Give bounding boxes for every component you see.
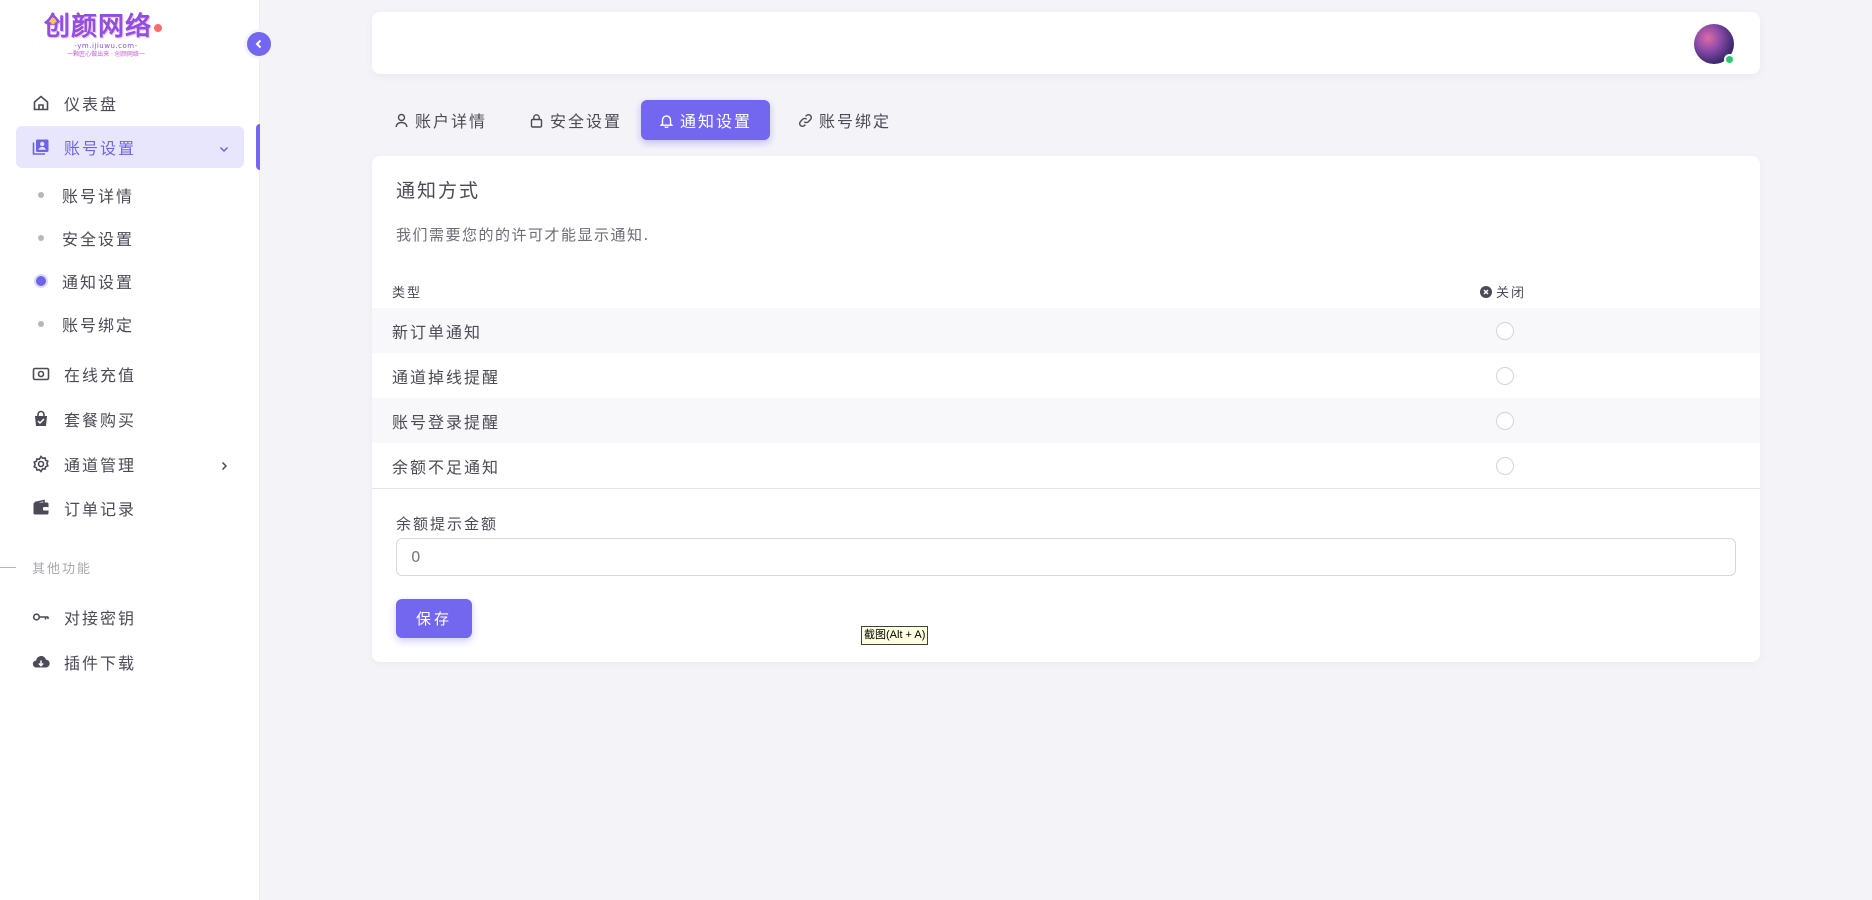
bullet-icon	[38, 192, 44, 198]
link-icon	[798, 113, 813, 128]
sidebar-item-label: 仪表盘	[64, 95, 119, 114]
row-label: 新订单通知	[392, 322, 483, 342]
column-header-type: 类型	[392, 286, 423, 301]
row-label: 余额不足通知	[392, 457, 501, 477]
row-label: 账号登录提醒	[392, 412, 501, 432]
logo-decoration	[154, 24, 162, 32]
active-indicator	[256, 124, 260, 170]
column-header-label: 关闭	[1496, 286, 1527, 301]
sidebar-item-label: 对接密钥	[64, 609, 137, 628]
tab-label: 账户详情	[415, 112, 488, 131]
sidebar-subitem-security[interactable]: 安全设置	[16, 219, 244, 257]
user-icon	[394, 113, 409, 128]
screenshot-tooltip: 截图(Alt + A)	[861, 626, 929, 645]
sidebar-item-recharge[interactable]: 在线充值	[16, 353, 244, 395]
column-header-close: 关闭	[1480, 282, 1526, 301]
chevron-left-icon	[255, 39, 262, 49]
sidebar-item-label: 在线充值	[64, 366, 137, 385]
logo-domain: -ym.ijiuwu.com-	[74, 42, 138, 50]
radio-channel-offline-close[interactable]	[1496, 366, 1514, 385]
top-navbar	[372, 12, 1760, 74]
table-row: 通道掉线提醒	[372, 353, 1760, 398]
tab-account-details[interactable]: 账户详情	[376, 100, 505, 140]
account-settings-icon	[32, 138, 50, 156]
sidebar-item-order-records[interactable]: 订单记录	[16, 487, 244, 529]
shopping-bag-icon	[32, 410, 50, 428]
key-icon	[32, 608, 50, 626]
sidebar-subitem-account-binding[interactable]: 账号绑定	[16, 305, 244, 343]
sidebar: 创颜网络 -ym.ijiuwu.com- 一颗匠心做出来 · 创颜网络一 仪表盘…	[0, 0, 260, 900]
section-divider	[0, 567, 16, 568]
sidebar-item-label: 账号设置	[64, 139, 137, 158]
save-button[interactable]: 保存	[396, 599, 472, 638]
cloud-download-icon	[32, 653, 50, 671]
bullet-active-icon	[36, 276, 46, 286]
chevron-down-icon	[218, 140, 230, 159]
card-subtitle: 我们需要您的的许可才能显示通知.	[396, 226, 650, 244]
sidebar-item-label: 订单记录	[64, 500, 137, 519]
tab-account-binding[interactable]: 账号绑定	[780, 100, 909, 140]
table-row: 新订单通知	[372, 308, 1760, 353]
tab-notification-settings[interactable]: 通知设置	[641, 100, 771, 140]
section-label: 其他功能	[32, 562, 93, 577]
sidebar-subitem-notifications[interactable]: 通知设置	[16, 262, 244, 300]
tab-label: 账号绑定	[819, 112, 892, 131]
sidebar-item-label: 套餐购买	[64, 411, 137, 430]
sidebar-subitem-label: 账号绑定	[62, 316, 135, 335]
sidebar-item-dashboard[interactable]: 仪表盘	[16, 82, 244, 124]
brand-logo[interactable]: 创颜网络 -ym.ijiuwu.com- 一颗匠心做出来 · 创颜网络一	[44, 12, 168, 72]
sidebar-subitem-label: 通知设置	[62, 273, 135, 292]
lock-icon	[529, 113, 544, 128]
sidebar-item-account-settings[interactable]: 账号设置	[16, 126, 244, 168]
sidebar-item-package-purchase[interactable]: 套餐购买	[16, 398, 244, 440]
radio-new-order-close[interactable]	[1496, 321, 1514, 340]
sidebar-item-label: 通道管理	[64, 456, 137, 475]
tab-label: 通知设置	[680, 112, 753, 131]
balance-alert-label: 余额提示金额	[396, 515, 499, 533]
bullet-icon	[38, 235, 44, 241]
sidebar-item-channel-management[interactable]: 通道管理	[16, 443, 244, 485]
sidebar-subitem-account-details[interactable]: 账号详情	[16, 176, 244, 214]
bullet-icon	[38, 321, 44, 327]
sidebar-section-other: 其他功能	[0, 558, 92, 577]
sidebar-item-api-key[interactable]: 对接密钥	[16, 596, 244, 638]
logo-tagline: 一颗匠心做出来 · 创颜网络一	[67, 51, 145, 58]
balance-alert-input[interactable]	[396, 538, 1736, 576]
online-status-indicator	[1724, 54, 1735, 65]
gear-icon	[32, 455, 50, 473]
sidebar-subitem-label: 账号详情	[62, 187, 135, 206]
card-title: 通知方式	[396, 180, 481, 202]
radio-login-alert-close[interactable]	[1496, 411, 1514, 430]
cash-icon	[32, 365, 50, 383]
tab-security-settings[interactable]: 安全设置	[511, 100, 640, 140]
tab-label: 安全设置	[550, 112, 623, 131]
row-label: 通道掉线提醒	[392, 367, 501, 387]
table-row: 余额不足通知	[372, 443, 1760, 488]
logo-decoration	[50, 18, 56, 24]
chevron-right-icon	[218, 457, 230, 476]
sidebar-item-label: 插件下载	[64, 654, 137, 673]
user-avatar[interactable]	[1694, 24, 1735, 65]
wallet-icon	[32, 499, 50, 517]
sidebar-collapse-button[interactable]	[244, 29, 274, 59]
notification-settings-card: 通知方式 我们需要您的的许可才能显示通知. 类型 关闭 新订单通知 通道掉线提醒…	[372, 156, 1760, 662]
sidebar-item-plugin-download[interactable]: 插件下载	[16, 641, 244, 683]
home-icon	[32, 94, 50, 112]
table-row: 账号登录提醒	[372, 398, 1760, 443]
sidebar-subitem-label: 安全设置	[62, 230, 135, 249]
logo-text: 创颜网络	[44, 12, 153, 42]
close-circle-icon	[1480, 285, 1492, 298]
bell-icon	[659, 113, 674, 128]
section-divider	[372, 488, 1760, 489]
radio-low-balance-close[interactable]	[1496, 456, 1514, 475]
